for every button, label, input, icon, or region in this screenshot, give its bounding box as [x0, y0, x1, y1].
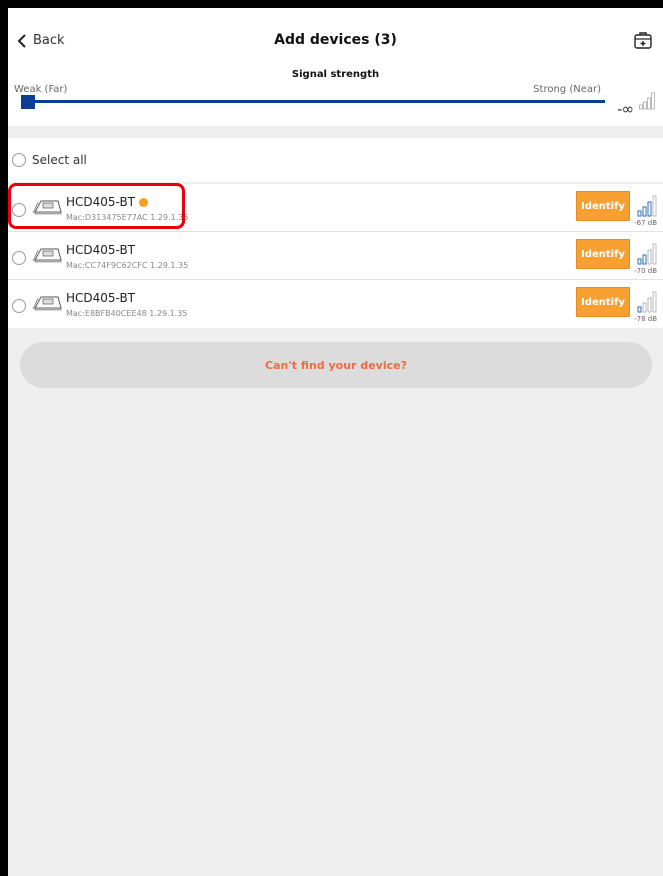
- device-radio[interactable]: [12, 251, 26, 265]
- app-screen: Back Add devices (3) Signal strength Wea…: [8, 8, 663, 876]
- identify-button[interactable]: Identify: [576, 191, 630, 221]
- device-name: HCD405-BT: [66, 291, 135, 305]
- thermometer-device-icon: [32, 296, 62, 311]
- select-all-row[interactable]: Select all: [8, 138, 663, 182]
- signal-bars-icon: [639, 92, 655, 110]
- device-name: HCD405-BT: [66, 195, 149, 209]
- thermometer-device-icon: [32, 248, 62, 263]
- signal-bars-icon: [637, 243, 657, 265]
- identify-button[interactable]: Identify: [576, 287, 630, 317]
- device-name: HCD405-BT: [66, 243, 135, 257]
- device-name-text: HCD405-BT: [66, 195, 136, 209]
- cant-find-device-button[interactable]: Can't find your device?: [20, 342, 652, 388]
- strong-label: Strong (Near): [533, 84, 601, 95]
- device-mac: Mac:E8BFB40CEE48 1.29.1.35: [66, 309, 188, 318]
- signal-slider-track[interactable]: [22, 100, 605, 103]
- device-row[interactable]: HCD405-BT Mac:D313475E77AC 1.29.1.35 Ide…: [8, 184, 663, 232]
- thermometer-device-icon: [32, 200, 62, 215]
- device-name-text: HCD405-BT: [66, 291, 136, 305]
- signal-db: -67 dB: [634, 219, 657, 227]
- signal-slider-thumb[interactable]: [21, 95, 35, 109]
- signal-bars-icon: [637, 195, 657, 217]
- page-title: Add devices (3): [274, 32, 397, 48]
- signal-db: -78 dB: [634, 315, 657, 323]
- signal-threshold-value: -∞: [617, 100, 634, 118]
- select-all-radio[interactable]: [12, 153, 26, 167]
- select-all-label: Select all: [32, 153, 87, 167]
- status-dot: [139, 197, 149, 207]
- signal-bars-icon: [637, 291, 657, 313]
- identify-button[interactable]: Identify: [576, 239, 630, 269]
- device-name-text: HCD405-BT: [66, 243, 136, 257]
- first-aid-kit-icon[interactable]: [633, 30, 653, 50]
- signal-strength-title: Signal strength: [291, 69, 380, 80]
- signal-strength-panel: Signal strength Weak (Far) Strong (Near)…: [8, 62, 663, 126]
- device-row[interactable]: HCD405-BT Mac:E8BFB40CEE48 1.29.1.35 Ide…: [8, 280, 663, 328]
- device-radio[interactable]: [12, 299, 26, 313]
- device-mac: Mac:D313475E77AC 1.29.1.35: [66, 213, 189, 222]
- device-mac: Mac:CC74F9C62CFC 1.29.1.35: [66, 261, 189, 270]
- nav-bar: Back Add devices (3): [8, 8, 663, 62]
- device-list: HCD405-BT Mac:D313475E77AC 1.29.1.35 Ide…: [8, 184, 663, 328]
- device-row[interactable]: HCD405-BT Mac:CC74F9C62CFC 1.29.1.35 Ide…: [8, 232, 663, 280]
- signal-db: -70 dB: [634, 267, 657, 275]
- device-radio[interactable]: [12, 203, 26, 217]
- weak-label: Weak (Far): [14, 84, 68, 95]
